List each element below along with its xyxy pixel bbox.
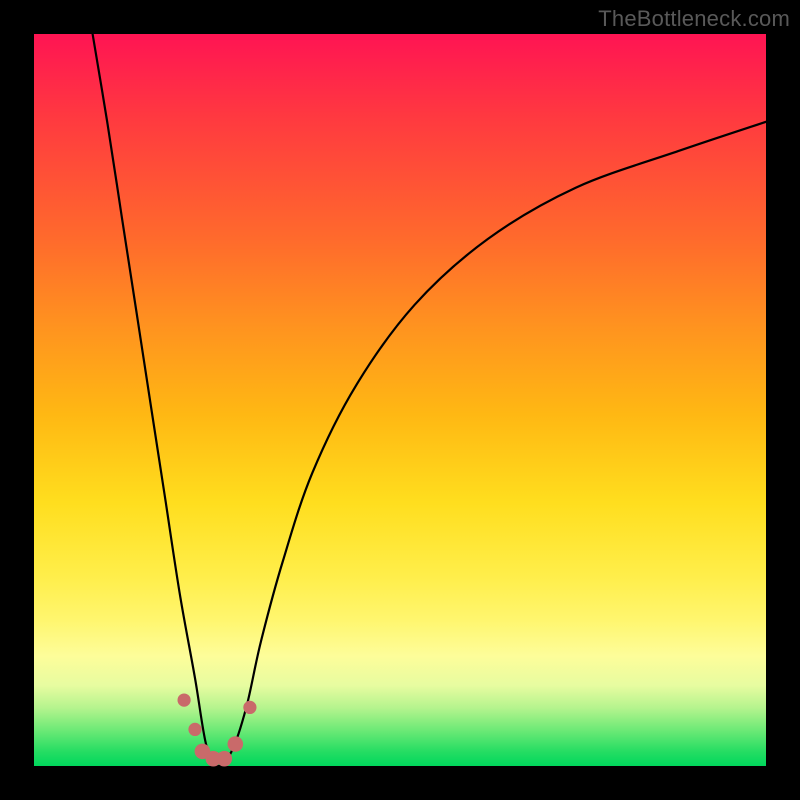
- gradient-panel: [34, 34, 766, 766]
- valley-marker: [188, 723, 201, 736]
- valley-marker: [243, 701, 256, 714]
- valley-marker: [217, 751, 233, 767]
- curve-layer: [34, 34, 766, 766]
- attribution-text: TheBottleneck.com: [598, 6, 790, 32]
- chart-frame: TheBottleneck.com: [0, 0, 800, 800]
- valley-marker: [178, 694, 191, 707]
- valley-markers: [178, 694, 257, 767]
- bottleneck-curve: [93, 34, 766, 766]
- valley-marker: [228, 736, 244, 752]
